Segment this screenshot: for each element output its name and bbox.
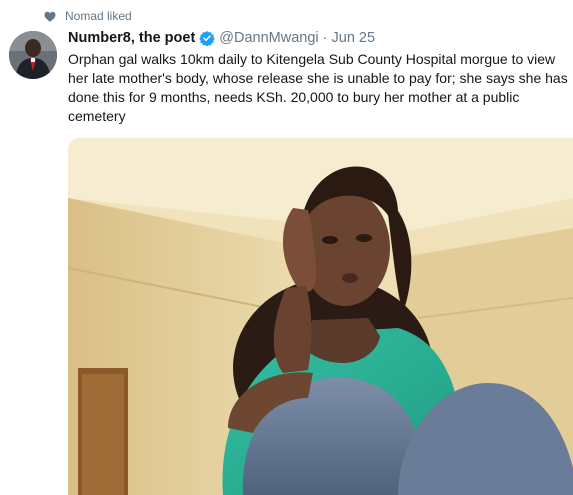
tweet-text: Orphan gal walks 10km daily to Kitengela… [68, 51, 568, 124]
heart-icon [44, 11, 56, 22]
author-handle[interactable]: @DannMwangi [219, 30, 318, 46]
avatar[interactable] [9, 31, 57, 79]
tweet-card[interactable]: Nomad liked Number8, the poet @DannMwang… [0, 0, 573, 495]
separator-dot: · [322, 30, 328, 46]
author-display-name[interactable]: Number8, the poet [68, 30, 195, 46]
social-context: Nomad liked [44, 8, 132, 24]
tweet-photo[interactable] [68, 138, 573, 495]
tweet-header: Number8, the poet @DannMwangi · Jun 25 [68, 30, 376, 47]
tweet-date[interactable]: Jun 25 [332, 30, 376, 46]
verified-badge-icon [199, 30, 216, 47]
social-context-text: Nomad liked [65, 9, 132, 23]
